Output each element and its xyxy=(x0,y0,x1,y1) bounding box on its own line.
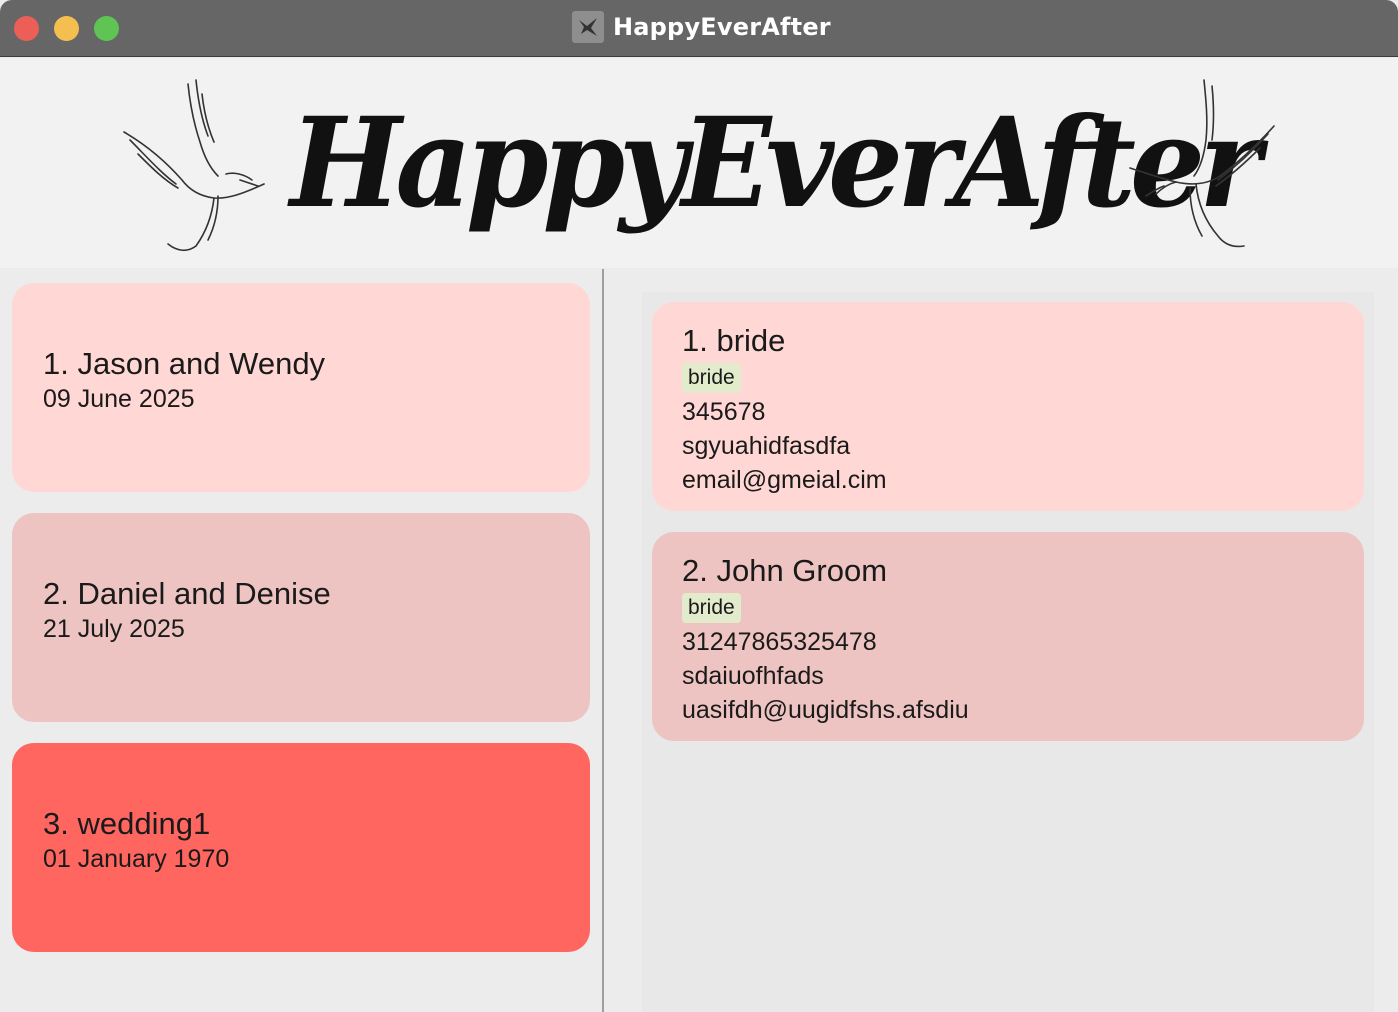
wedding-card[interactable]: 2. Daniel and Denise 21 July 2025 xyxy=(12,513,590,722)
dove-right-icon xyxy=(1129,79,1275,248)
title-bar[interactable]: HappyEverAfter xyxy=(0,0,1398,57)
person-phone: 31247865325478 xyxy=(682,628,877,656)
person-tag: bride xyxy=(682,593,741,623)
person-list[interactable]: 1. bride bride 345678 sgyuahidfasdfa ema… xyxy=(642,292,1374,1012)
person-card[interactable]: 2. John Groom bride 31247865325478 sdaiu… xyxy=(652,532,1364,741)
person-tag: bride xyxy=(682,363,741,393)
person-name: 2. John Groom xyxy=(682,553,888,588)
person-email: uasifdh@uugidfshs.afsdiu xyxy=(682,696,969,724)
person-card[interactable]: 1. bride bride 345678 sgyuahidfasdfa ema… xyxy=(652,302,1364,511)
happy-ever-after-logo: HappyEverAfter xyxy=(290,89,1261,236)
app-bird-icon xyxy=(572,11,604,43)
person-email: email@gmeial.cim xyxy=(682,466,887,494)
close-window-button[interactable] xyxy=(14,16,39,41)
wedding-list-panel[interactable]: 1. Jason and Wendy 09 June 2025 2. Danie… xyxy=(0,269,602,1012)
wedding-date: 21 July 2025 xyxy=(43,614,185,643)
dove-left-icon xyxy=(123,79,265,252)
person-address: sdaiuofhfads xyxy=(682,662,824,690)
person-list-panel: 1. bride bride 345678 sgyuahidfasdfa ema… xyxy=(604,269,1398,1012)
minimize-window-button[interactable] xyxy=(54,16,79,41)
wedding-title: 1. Jason and Wendy xyxy=(43,345,326,381)
person-phone: 345678 xyxy=(682,398,766,426)
window-title: HappyEverAfter xyxy=(613,13,831,41)
wedding-date: 09 June 2025 xyxy=(43,384,195,413)
wedding-title: 3. wedding1 xyxy=(43,805,211,841)
wedding-card[interactable]: 1. Jason and Wendy 09 June 2025 xyxy=(12,283,590,492)
wedding-card[interactable]: 3. wedding1 01 January 1970 xyxy=(12,743,590,952)
person-address: sgyuahidfasdfa xyxy=(682,432,851,460)
maximize-window-button[interactable] xyxy=(94,16,119,41)
app-window: HappyEverAfter HappyEverAfter 1. Jason a… xyxy=(0,0,1398,1012)
banner: HappyEverAfter xyxy=(0,58,1398,268)
wedding-date: 01 January 1970 xyxy=(43,844,230,873)
person-name: 1. bride xyxy=(682,323,786,358)
window-title-group: HappyEverAfter xyxy=(572,10,831,44)
wedding-title: 2. Daniel and Denise xyxy=(43,575,331,611)
